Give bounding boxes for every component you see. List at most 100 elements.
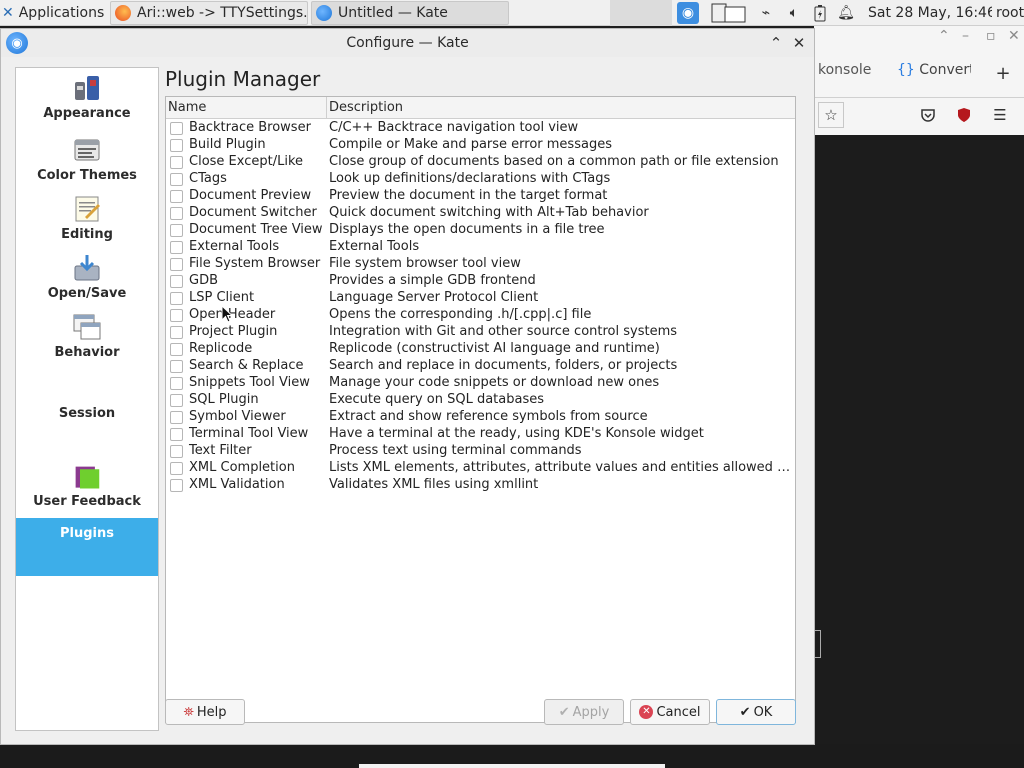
plugin-enable-checkbox[interactable]: [170, 394, 183, 407]
sidebar-item-label: Editing: [61, 227, 113, 242]
table-row[interactable]: XML Completion Lists XML elements, attrib…: [166, 460, 795, 477]
applications-menu[interactable]: ✕ Applications: [2, 1, 110, 25]
taskbar-task-browser[interactable]: Ari::web -> TTYSettings...: [110, 1, 308, 25]
plugin-enable-checkbox[interactable]: [170, 428, 183, 441]
table-row[interactable]: Text Filter Process text using terminal c…: [166, 443, 795, 460]
table-row[interactable]: External Tools External Tools: [166, 239, 795, 256]
plugin-enable-checkbox[interactable]: [170, 190, 183, 203]
volume-icon[interactable]: 🔈︎: [783, 2, 805, 24]
table-row[interactable]: Build Plugin Compile or Make and parse er…: [166, 137, 795, 154]
table-row[interactable]: Symbol Viewer Extract and show reference …: [166, 409, 795, 426]
sidebar-item-session[interactable]: Session: [16, 406, 158, 426]
plugin-enable-checkbox[interactable]: [170, 122, 183, 135]
table-row[interactable]: LSP Client Language Server Protocol Clien…: [166, 290, 795, 307]
table-row[interactable]: Replicode Replicode (constructivist AI la…: [166, 341, 795, 358]
desktop-pager-icon[interactable]: [710, 2, 748, 24]
plugin-description: C/C++ Backtrace navigation tool view: [329, 120, 579, 135]
sidebar-item-user-feedback[interactable]: User Feedback: [16, 464, 158, 509]
plugin-enable-checkbox[interactable]: [170, 411, 183, 424]
table-row[interactable]: SQL Plugin Execute query on SQL databases: [166, 392, 795, 409]
table-row[interactable]: Close Except/Like Close group of document…: [166, 154, 795, 171]
table-row[interactable]: GDB Provides a simple GDB frontend: [166, 273, 795, 290]
color-themes-icon: [74, 139, 100, 161]
table-row[interactable]: Search & Replace Search and replace in do…: [166, 358, 795, 375]
notification-bell-icon[interactable]: 🔔︎: [835, 2, 857, 24]
keep-above-chevron-icon[interactable]: ⌃: [766, 33, 786, 53]
plugin-enable-checkbox[interactable]: [170, 292, 183, 305]
dialog-titlebar[interactable]: ◉ Configure — Kate ⌃ ✕: [1, 29, 814, 57]
sidebar-item-open-save[interactable]: Open/Save: [16, 252, 158, 304]
browser-tab-convert[interactable]: {} Convert: [897, 62, 971, 84]
table-row[interactable]: XML Validation Validates XML files using …: [166, 477, 795, 494]
clock[interactable]: Sat 28 May, 16:46: [868, 1, 992, 25]
user-label: root: [996, 5, 1024, 21]
plugin-enable-checkbox[interactable]: [170, 360, 183, 373]
plugin-name: Text Filter: [189, 443, 252, 458]
table-row[interactable]: Terminal Tool View Have a terminal at the…: [166, 426, 795, 443]
sidebar-item-color-themes[interactable]: Color Themes: [16, 134, 158, 186]
plugin-enable-checkbox[interactable]: [170, 309, 183, 322]
table-row[interactable]: Backtrace Browser C/C++ Backtrace navigat…: [166, 120, 795, 137]
page-title: Plugin Manager: [165, 67, 321, 91]
browser-chevron-up-icon[interactable]: ⌃: [938, 28, 950, 44]
taskbar: ✕ Applications Ari::web -> TTYSettings..…: [0, 0, 1024, 26]
cancel-button[interactable]: ✕ Cancel: [630, 699, 710, 725]
network-icon[interactable]: ⌁: [755, 2, 777, 24]
table-row[interactable]: Project Plugin Integration with Git and o…: [166, 324, 795, 341]
taskbar-task-kate[interactable]: Untitled — Kate: [311, 1, 509, 25]
browser-close-icon[interactable]: ✕: [1008, 28, 1020, 44]
browser-maximize-icon[interactable]: ▫: [986, 28, 996, 44]
sidebar-item-label: User Feedback: [33, 494, 141, 509]
sidebar-item-appearance[interactable]: Appearance: [16, 72, 158, 126]
apply-button[interactable]: ✔ Apply: [544, 699, 624, 725]
plugin-enable-checkbox[interactable]: [170, 462, 183, 475]
user-menu[interactable]: root: [996, 1, 1024, 25]
workspace-switcher-icon[interactable]: ◉: [677, 2, 699, 24]
help-button[interactable]: ⛯ Help: [165, 699, 245, 725]
table-row[interactable]: CTags Look up definitions/declarations wi…: [166, 171, 795, 188]
plugin-enable-checkbox[interactable]: [170, 224, 183, 237]
plugin-description: Preview the document in the target forma…: [329, 188, 608, 203]
table-row[interactable]: File System Browser File system browser t…: [166, 256, 795, 273]
new-tab-icon[interactable]: +: [992, 62, 1014, 84]
kate-icon: [316, 5, 332, 21]
plugin-enable-checkbox[interactable]: [170, 207, 183, 220]
table-row[interactable]: Document Switcher Quick document switchin…: [166, 205, 795, 222]
help-lifebuoy-icon: ⛯: [183, 704, 194, 720]
plugin-enable-checkbox[interactable]: [170, 241, 183, 254]
plugin-enable-checkbox[interactable]: [170, 326, 183, 339]
column-divider[interactable]: [326, 97, 327, 119]
browser-tab-label: Convert: [919, 62, 971, 78]
plugin-enable-checkbox[interactable]: [170, 275, 183, 288]
browser-tab-konsole[interactable]: konsole: [818, 62, 882, 84]
plugin-enable-checkbox[interactable]: [170, 156, 183, 169]
table-row[interactable]: Snippets Tool View Manage your code snipp…: [166, 375, 795, 392]
sidebar-item-editing[interactable]: Editing: [16, 193, 158, 245]
bookmark-star-icon[interactable]: ☆: [818, 102, 844, 128]
plugin-enable-checkbox[interactable]: [170, 377, 183, 390]
table-row[interactable]: Document Tree View Displays the open docu…: [166, 222, 795, 239]
column-header-name[interactable]: Name: [168, 100, 206, 115]
ok-checkmark-icon: ✔: [739, 704, 751, 720]
table-row[interactable]: Document Preview Preview the document in …: [166, 188, 795, 205]
plugin-enable-checkbox[interactable]: [170, 343, 183, 356]
sidebar-item-label: Behavior: [54, 345, 120, 360]
plugin-name: External Tools: [189, 239, 280, 254]
plugin-enable-checkbox[interactable]: [170, 445, 183, 458]
pocket-icon[interactable]: [917, 104, 939, 126]
ublock-shield-icon[interactable]: [953, 104, 975, 126]
ok-button[interactable]: ✔ OK: [716, 699, 796, 725]
battery-icon[interactable]: [809, 2, 831, 24]
column-header-description[interactable]: Description: [329, 100, 403, 115]
sidebar-item-plugins[interactable]: Plugins: [16, 518, 158, 576]
table-row[interactable]: Open Header Opens the corresponding .h/[.…: [166, 307, 795, 324]
plugin-enable-checkbox[interactable]: [170, 139, 183, 152]
plugin-enable-checkbox[interactable]: [170, 173, 183, 186]
plugin-enable-checkbox[interactable]: [170, 258, 183, 271]
plugin-description: External Tools: [329, 239, 420, 254]
plugin-enable-checkbox[interactable]: [170, 479, 183, 492]
hamburger-menu-icon[interactable]: ☰: [989, 104, 1011, 126]
browser-minimize-icon[interactable]: –: [962, 28, 969, 44]
sidebar-item-behavior[interactable]: Behavior: [16, 311, 158, 363]
close-icon[interactable]: ✕: [789, 33, 809, 53]
